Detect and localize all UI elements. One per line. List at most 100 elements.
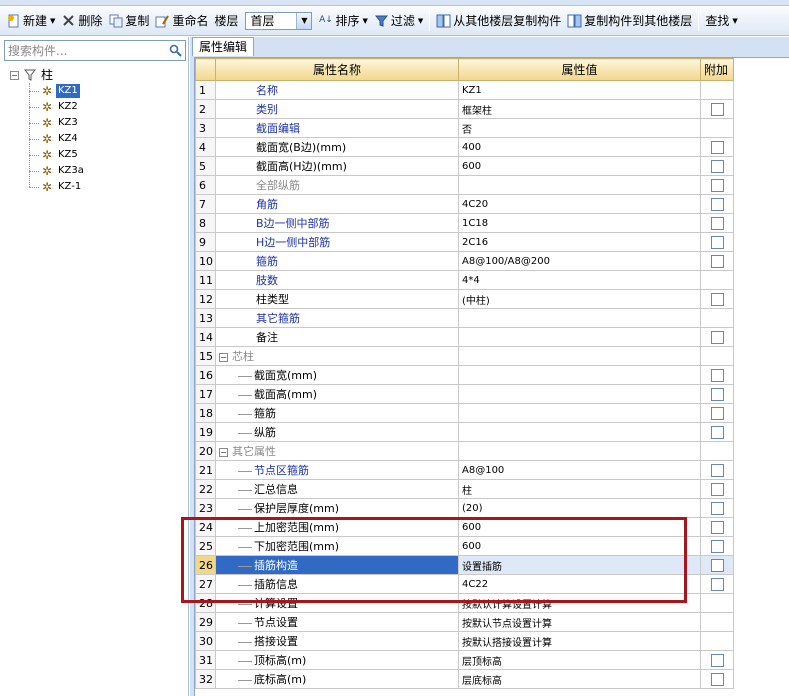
property-value-cell[interactable]: (20) (458, 498, 701, 518)
property-row[interactable]: 28 计算设置 按默认计算设置计算 (195, 593, 734, 613)
property-value-cell[interactable]: 按默认节点设置计算 (458, 612, 701, 632)
property-value-cell[interactable] (458, 403, 701, 423)
property-row[interactable]: 25 下加密范围(mm) 600 (195, 536, 734, 556)
property-row[interactable]: 7 角筋 4C20 (195, 194, 734, 214)
rename-button[interactable]: 重命名 (152, 10, 211, 32)
property-value-cell[interactable]: KZ1 (458, 80, 701, 100)
property-value-cell[interactable]: 按默认搭接设置计算 (458, 631, 701, 651)
search-input[interactable] (5, 41, 165, 60)
property-value-cell[interactable] (458, 441, 701, 461)
property-row[interactable]: 10 箍筋 A8@100/A8@200 (195, 251, 734, 271)
property-row[interactable]: 21 节点区箍筋 A8@100 (195, 460, 734, 480)
tree-item-kz5[interactable]: ✲ KZ5 (10, 147, 86, 163)
property-row[interactable]: 2 类别 框架柱 (195, 99, 734, 119)
extra-checkbox[interactable] (710, 387, 724, 401)
property-value-cell[interactable] (458, 308, 701, 328)
tree-item-kz2[interactable]: ✲ KZ2 (10, 99, 86, 115)
extra-checkbox[interactable] (710, 539, 724, 553)
property-value-cell[interactable]: 4C20 (458, 194, 701, 214)
property-row[interactable]: 16 截面宽(mm) (195, 365, 734, 385)
property-value-cell[interactable]: 400 (458, 137, 701, 157)
property-row[interactable]: 8 B边一侧中部筋 1C18 (195, 213, 734, 233)
property-value-cell[interactable]: 层顶标高 (458, 650, 701, 670)
property-row[interactable]: 4 截面宽(B边)(mm) 400 (195, 137, 734, 157)
property-row[interactable]: 19 纵筋 (195, 422, 734, 442)
property-row[interactable]: 22 汇总信息 柱 (195, 479, 734, 499)
property-row[interactable]: 17 截面高(mm) (195, 384, 734, 404)
extra-checkbox[interactable] (710, 102, 724, 116)
property-value-cell[interactable] (458, 384, 701, 404)
collapse-toggle-icon[interactable]: − (10, 70, 19, 80)
property-value-cell[interactable]: 600 (458, 517, 701, 537)
extra-checkbox[interactable] (710, 159, 724, 173)
extra-checkbox[interactable] (710, 653, 724, 667)
property-row[interactable]: 12 柱类型 (中柱) (195, 289, 734, 309)
property-row[interactable]: 26 插筋构造 设置插筋 (195, 555, 734, 575)
extra-checkbox[interactable] (710, 140, 724, 154)
tree-root-column[interactable]: − 柱 (10, 67, 86, 83)
property-row[interactable]: 11 肢数 4*4 (195, 270, 734, 290)
new-button[interactable]: 新建 ▼ (3, 10, 58, 32)
copy-button[interactable]: 复制 (105, 10, 152, 32)
group-collapse-icon[interactable]: − (219, 447, 228, 457)
property-value-cell[interactable]: 层底标高 (458, 669, 701, 689)
property-row[interactable]: 1 名称 KZ1 (195, 80, 734, 100)
sort-button[interactable]: A↓ 排序 ▼ (315, 10, 370, 32)
property-value-cell[interactable]: 4*4 (458, 270, 701, 290)
property-row[interactable]: 3 截面编辑 否 (195, 118, 734, 138)
property-value-cell[interactable]: A8@100/A8@200 (458, 251, 701, 271)
extra-checkbox[interactable] (710, 425, 724, 439)
property-value-cell[interactable]: 按默认计算设置计算 (458, 593, 701, 613)
tree-item-kz4[interactable]: ✲ KZ4 (10, 131, 86, 147)
property-value-cell[interactable]: 2C16 (458, 232, 701, 252)
extra-checkbox[interactable] (710, 292, 724, 306)
tree-item-kz1[interactable]: ✲ KZ1 (10, 83, 86, 99)
property-row[interactable]: 14 备注 (195, 327, 734, 347)
copy-from-other-floor-button[interactable]: 从其他楼层复制构件 (433, 10, 564, 32)
tree-item-kz3[interactable]: ✲ KZ3 (10, 115, 86, 131)
property-value-cell[interactable]: 设置插筋 (458, 555, 701, 575)
find-button[interactable]: 查找 ▼ (702, 10, 740, 32)
extra-checkbox[interactable] (710, 463, 724, 477)
property-row[interactable]: 5 截面高(H边)(mm) 600 (195, 156, 734, 176)
property-row[interactable]: 9 H边一侧中部筋 2C16 (195, 232, 734, 252)
extra-checkbox[interactable] (710, 330, 724, 344)
floor-select[interactable]: 首层 ▼ (245, 11, 313, 30)
search-icon[interactable] (165, 41, 185, 60)
property-value-cell[interactable]: 600 (458, 536, 701, 556)
extra-checkbox[interactable] (710, 216, 724, 230)
property-value-cell[interactable] (458, 365, 701, 385)
tree-item-kz3a[interactable]: ✲ KZ3a (10, 163, 86, 179)
property-value-cell[interactable]: (中柱) (458, 289, 701, 309)
property-row[interactable]: 27 插筋信息 4C22 (195, 574, 734, 594)
property-row[interactable]: 15− 芯柱 (195, 346, 734, 366)
property-value-cell[interactable] (458, 346, 701, 366)
property-value-cell[interactable]: 1C18 (458, 213, 701, 233)
extra-checkbox[interactable] (710, 254, 724, 268)
property-value-cell[interactable]: 柱 (458, 479, 701, 499)
property-row[interactable]: 23 保护层厚度(mm) (20) (195, 498, 734, 518)
extra-checkbox[interactable] (710, 197, 724, 211)
property-value-cell[interactable]: 600 (458, 156, 701, 176)
extra-checkbox[interactable] (710, 558, 724, 572)
group-collapse-icon[interactable]: − (219, 352, 228, 362)
extra-checkbox[interactable] (710, 482, 724, 496)
extra-checkbox[interactable] (710, 368, 724, 382)
property-value-cell[interactable] (458, 327, 701, 347)
extra-checkbox[interactable] (710, 577, 724, 591)
extra-checkbox[interactable] (710, 406, 724, 420)
property-row[interactable]: 30 搭接设置 按默认搭接设置计算 (195, 631, 734, 651)
property-row[interactable]: 13 其它箍筋 (195, 308, 734, 328)
extra-checkbox[interactable] (710, 178, 724, 192)
property-value-cell[interactable]: A8@100 (458, 460, 701, 480)
property-row[interactable]: 6 全部纵筋 (195, 175, 734, 195)
property-row[interactable]: 29 节点设置 按默认节点设置计算 (195, 612, 734, 632)
extra-checkbox[interactable] (710, 520, 724, 534)
property-value-cell[interactable]: 否 (458, 118, 701, 138)
tab-property-edit[interactable]: 属性编辑 (192, 37, 254, 56)
filter-button[interactable]: 过滤 ▼ (371, 10, 426, 32)
property-row[interactable]: 24 上加密范围(mm) 600 (195, 517, 734, 537)
property-value-cell[interactable] (458, 175, 701, 195)
property-value-cell[interactable] (458, 422, 701, 442)
property-value-cell[interactable]: 4C22 (458, 574, 701, 594)
